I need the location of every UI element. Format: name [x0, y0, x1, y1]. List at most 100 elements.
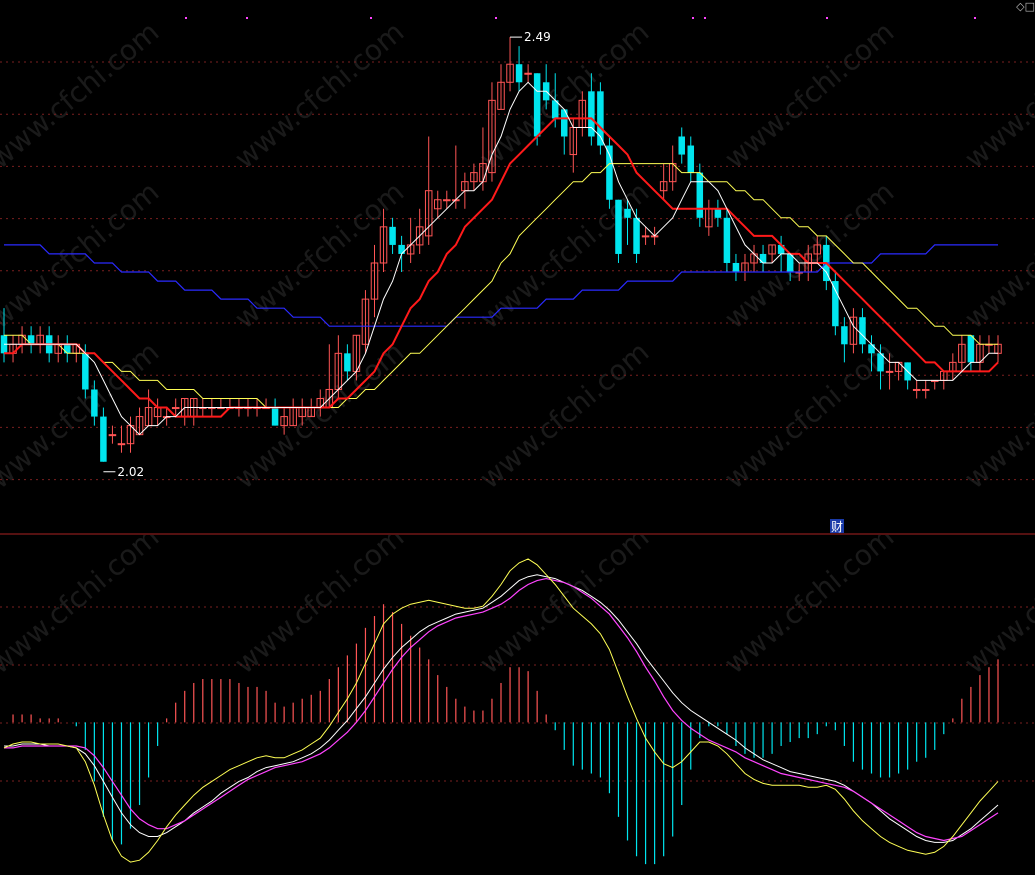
candle-body [859, 317, 866, 345]
candle-body [967, 335, 975, 363]
candle [668, 145, 677, 191]
candle-body [912, 388, 921, 391]
candle-body [714, 208, 722, 218]
high-label: 2.49 [524, 30, 551, 44]
candle [994, 335, 1002, 363]
top-marker [185, 17, 187, 19]
top-marker [692, 17, 694, 19]
candle [9, 335, 17, 363]
candle-body [82, 353, 89, 390]
candle [606, 136, 613, 209]
candle-body [27, 335, 35, 345]
candle [930, 379, 939, 390]
watermark-text: www.cfchi.com [0, 175, 165, 335]
candle [912, 380, 921, 399]
candle-body [868, 344, 875, 354]
candle-body [732, 262, 740, 273]
watermark-text: www.cfchi.com [473, 175, 655, 335]
candle [561, 109, 568, 155]
candle [190, 398, 198, 426]
candle-body [398, 244, 405, 254]
candle [741, 253, 749, 282]
watermark-text: www.cfchi.com [718, 175, 900, 335]
candle [515, 46, 523, 92]
watermark-text: www.cfchi.com [718, 335, 900, 495]
candle [18, 326, 26, 354]
candle-body [100, 416, 107, 462]
candle [144, 389, 153, 427]
candle [832, 272, 839, 336]
candle [705, 199, 713, 236]
candle-body [443, 199, 451, 202]
candle-body [678, 136, 685, 155]
candle [370, 244, 379, 318]
candle-body [759, 253, 767, 263]
candle [406, 217, 415, 263]
watermark-text: www.cfchi.com [958, 15, 1035, 175]
candle [723, 208, 731, 273]
candle [524, 64, 532, 83]
candle [714, 199, 722, 227]
candle [759, 244, 767, 273]
candle [180, 398, 189, 426]
candle-body [687, 145, 695, 173]
watermark-text: www.cfchi.com [718, 15, 900, 175]
low-label: 2.02 [117, 465, 144, 479]
watermark-text: www.cfchi.com [228, 15, 410, 175]
candle [904, 362, 911, 390]
candle [750, 244, 758, 273]
watermark-text: www.cfchi.com [0, 535, 165, 680]
watermark-text: www.cfchi.com [228, 335, 410, 495]
watermark-text: www.cfchi.com [718, 535, 900, 680]
candle-body [921, 388, 930, 391]
candle-body [389, 226, 396, 245]
candle [506, 37, 514, 92]
candle [687, 136, 695, 182]
top-marker [826, 17, 828, 19]
candle-body [271, 407, 279, 426]
candle [732, 253, 740, 282]
candle [108, 425, 117, 444]
candle-body [841, 326, 848, 345]
candle [153, 398, 162, 426]
candle-body [832, 281, 839, 327]
candle-body [64, 344, 71, 354]
candle [597, 82, 604, 155]
candle-body [524, 72, 532, 75]
candle [389, 217, 396, 254]
corner-icons[interactable]: ◇□ [1016, 0, 1035, 13]
candle [117, 425, 126, 453]
candle [271, 398, 279, 426]
candle [36, 326, 44, 354]
candle [841, 317, 848, 363]
watermark-text: www.cfchi.com [958, 175, 1035, 335]
candle-body [344, 353, 351, 372]
candle [949, 353, 957, 381]
candle [54, 335, 62, 363]
candle [433, 190, 442, 218]
watermark-text: www.cfchi.com [228, 175, 410, 335]
candle-body [723, 217, 731, 263]
candle [659, 163, 668, 200]
watermark-text: www.cfchi.com [473, 335, 655, 495]
candle-body [515, 64, 523, 83]
candle-body [615, 199, 622, 254]
candle [678, 127, 685, 164]
watermark-text: www.cfchi.com [958, 535, 1035, 680]
square-icon[interactable]: □ [1025, 0, 1035, 13]
candle-body [624, 208, 631, 218]
candle [415, 208, 424, 254]
candle [135, 407, 144, 436]
diamond-icon[interactable]: ◇ [1016, 0, 1024, 13]
candle-body [696, 172, 704, 218]
candle [64, 335, 71, 363]
candle [976, 335, 984, 372]
candle [361, 290, 370, 354]
candle-body [533, 73, 541, 137]
finance-badge: 财 [831, 520, 843, 534]
stock-chart: www.cfchi.com www.cfchi.com www.cfchi.com w… [0, 0, 1035, 875]
candle [497, 64, 505, 110]
candle-body [641, 235, 650, 238]
top-marker [495, 17, 497, 19]
top-marker [246, 17, 248, 19]
